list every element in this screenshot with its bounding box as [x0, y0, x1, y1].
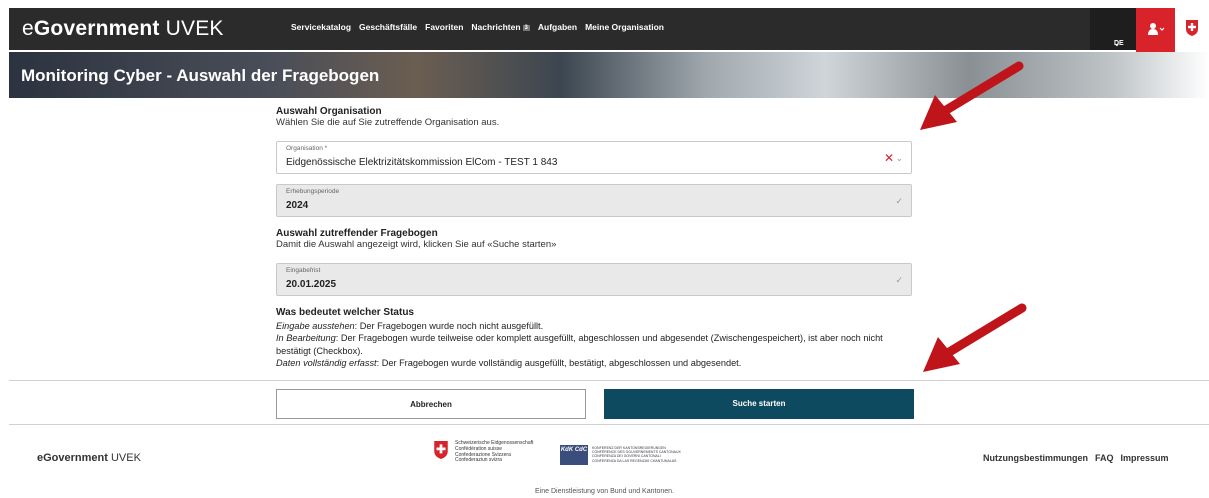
- nav-item-favoriten[interactable]: Favoriten: [425, 22, 463, 32]
- search-button[interactable]: Suche starten: [604, 389, 914, 419]
- chevron-down-icon: ⌄: [1114, 41, 1120, 48]
- kdk-logo: KdK CdC: [560, 445, 588, 465]
- status-item: Daten vollständig erfasst: Der Frageboge…: [276, 358, 742, 368]
- questionnaire-section-heading: Auswahl zutreffender Fragebogen Damit di…: [276, 228, 556, 250]
- status-item: Eingabe ausstehen: Der Fragebogen wurde …: [276, 320, 544, 331]
- deadline-label: Eingabefrist: [286, 267, 321, 274]
- page-title: Monitoring Cyber - Auswahl der Frageboge…: [21, 66, 380, 85]
- nav-item-nachrichten-label: Nachrichten: [471, 22, 521, 32]
- brand-logo[interactable]: eGovernment UVEK: [22, 17, 224, 41]
- status-item: In Bearbeitung: Der Fragebogen wurde tei…: [276, 333, 883, 356]
- questionnaire-section-title: Auswahl zutreffender Fragebogen: [276, 228, 438, 239]
- nav-item-nachrichten[interactable]: Nachrichten 3: [471, 22, 530, 32]
- status-legend-title: Was bedeutet welcher Status: [276, 307, 414, 318]
- main-nav: Servicekatalog Geschäftsfälle Favoriten …: [291, 22, 664, 32]
- top-navigation-bar: eGovernment UVEK Servicekatalog Geschäft…: [9, 8, 1209, 66]
- nav-item-geschaeftsfaelle[interactable]: Geschäftsfälle: [359, 22, 417, 32]
- message-count-badge: 3: [522, 25, 530, 31]
- deadline-value: 20.01.2025: [286, 279, 337, 290]
- chevron-down-icon[interactable]: ⌄: [895, 153, 903, 164]
- annotation-arrow-icon: [920, 61, 1024, 130]
- footer-brand[interactable]: eGovernment UVEK: [37, 452, 141, 464]
- clear-icon[interactable]: ✕: [884, 151, 894, 165]
- period-value: 2024: [286, 200, 309, 211]
- swiss-cross-icon: [434, 441, 448, 459]
- check-icon: ✓: [895, 196, 903, 206]
- organisation-value: Eidgenössische Elektrizitätskommission E…: [286, 157, 558, 168]
- cancel-button[interactable]: Abbrechen: [276, 389, 586, 419]
- language-selector[interactable]: DE ⌄: [1090, 8, 1136, 50]
- federation-logo: Schweizerische Eidgenossenschaft Confédé…: [433, 440, 533, 464]
- check-icon: ✓: [895, 275, 903, 285]
- swiss-cross-icon: [1186, 20, 1198, 36]
- nav-item-meine-organisation[interactable]: Meine Organisation: [585, 22, 664, 32]
- organisation-label: Organisation *: [286, 145, 328, 152]
- divider: [9, 380, 1209, 381]
- link-impressum[interactable]: Impressum: [1121, 453, 1169, 463]
- period-field: Erhebungsperiode 2024 ✓: [276, 184, 912, 217]
- organisation-select[interactable]: Organisation * Eidgenössische Elektrizit…: [276, 141, 912, 174]
- kdk-text: KONFERENZ DER KANTONSREGIERUNGEN CONFÉRE…: [592, 446, 681, 463]
- divider: [9, 424, 1209, 425]
- org-section-title: Auswahl Organisation: [276, 106, 382, 117]
- link-faq[interactable]: FAQ: [1095, 453, 1114, 463]
- org-section-heading: Auswahl Organisation Wählen Sie die auf …: [276, 106, 499, 128]
- swiss-flag: [1175, 8, 1209, 50]
- link-nutzungsbestimmungen[interactable]: Nutzungsbestimmungen: [983, 453, 1088, 463]
- period-label: Erhebungsperiode: [286, 188, 340, 195]
- user-icon: [1148, 23, 1165, 35]
- deadline-field: Eingabefrist 20.01.2025 ✓: [276, 263, 912, 296]
- nav-item-servicekatalog[interactable]: Servicekatalog: [291, 22, 351, 32]
- footer-links: Nutzungsbestimmungen FAQ Impressum: [983, 453, 1169, 463]
- page-hero-banner: Monitoring Cyber - Auswahl der Frageboge…: [9, 52, 1209, 98]
- questionnaire-section-subtitle: Damit die Auswahl angezeigt wird, klicke…: [276, 239, 557, 250]
- federation-text: Schweizerische Eidgenossenschaft Confédé…: [455, 440, 534, 464]
- footer-note: Eine Dienstleistung von Bund und Kantone…: [535, 488, 674, 495]
- nav-item-aufgaben[interactable]: Aufgaben: [538, 22, 577, 32]
- annotation-arrow-icon: [923, 303, 1027, 372]
- status-legend: Was bedeutet welcher Status Eingabe auss…: [276, 307, 914, 370]
- org-section-subtitle: Wählen Sie die auf Sie zutreffende Organ…: [276, 117, 500, 128]
